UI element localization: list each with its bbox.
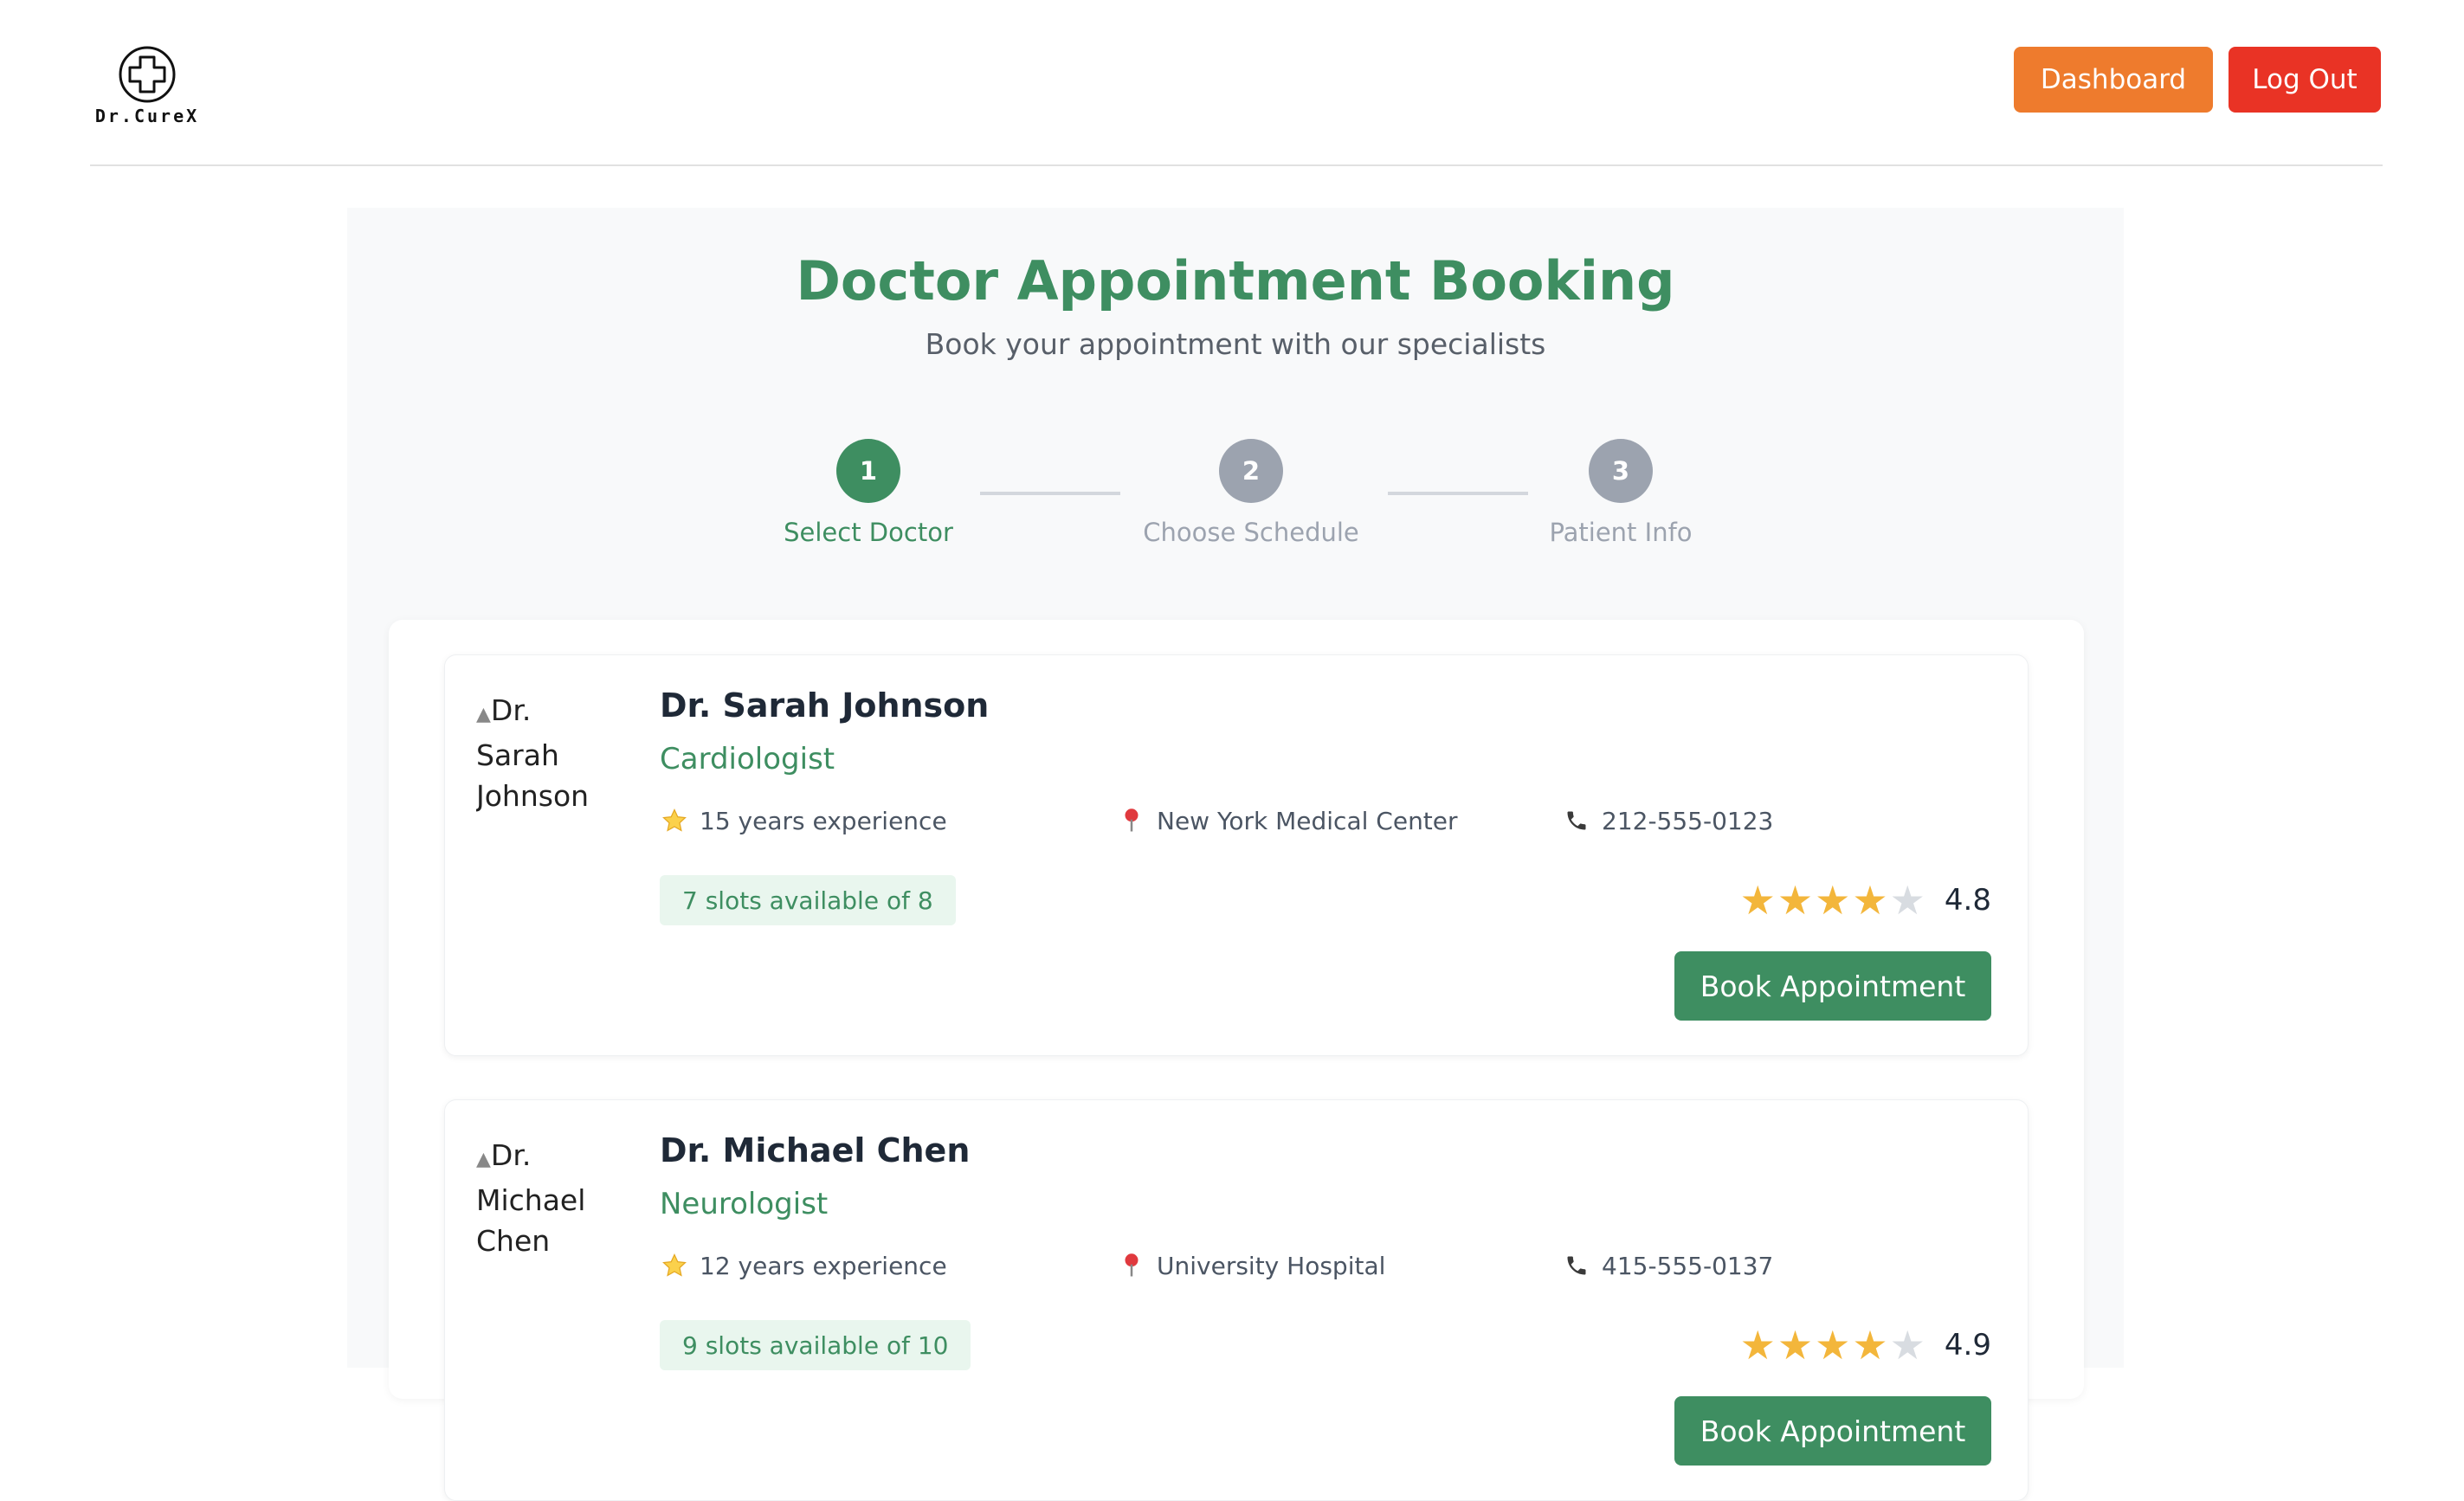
phone: 415-555-0137 [1562,1251,1773,1280]
phone-icon [1562,806,1591,835]
step-connector [1388,492,1528,495]
slots-badge: 9 slots available of 10 [660,1320,971,1370]
doctor-specialty: Cardiologist [660,742,835,776]
doctor-specialty: Neurologist [660,1187,829,1221]
location: University Hospital [1117,1251,1385,1280]
photo-alt-text: Chen [476,1224,551,1258]
experience-text: 12 years experience [700,1251,947,1280]
photo-alt-text: Johnson [476,779,590,813]
phone: 212-555-0123 [1562,806,1773,835]
star-icon: ★ [1889,877,1925,924]
booking-panel: Doctor Appointment Booking Book your app… [347,208,2124,1501]
doctor-photo: ▲Dr. Sarah Johnson [476,690,615,820]
step-3-label: Patient Info [1549,518,1693,547]
star-icon: ★ [1852,877,1888,924]
experience: 15 years experience [660,806,947,835]
star-icon: ★ [1777,877,1814,924]
star-icon: ★ [1889,1322,1925,1369]
experience: 12 years experience [660,1251,947,1280]
rating-value: 4.9 [1944,1328,1991,1362]
rating: ★ ★ ★ ★ ★ 4.9 [1738,1320,1991,1370]
logout-button[interactable]: Log Out [2229,47,2381,113]
map-pin-icon [1117,1251,1146,1280]
star-icon: ★ [1852,1322,1888,1369]
star-icon: ★ [1815,877,1851,924]
step-2-label: Choose Schedule [1143,518,1359,547]
logo[interactable]: Dr.CureX [94,45,201,128]
doctor-name: Dr. Michael Chen [660,1131,971,1169]
medical-cross-icon [119,46,176,103]
book-appointment-button[interactable]: Book Appointment [1674,1396,1991,1466]
doctor-list: ▲Dr. Sarah Johnson Dr. Sarah Johnson Car… [389,620,2084,1501]
location-text: New York Medical Center [1157,806,1458,835]
star-icon [660,806,689,835]
doctor-photo: ▲Dr. Michael Chen [476,1135,615,1265]
photo-alt-text: Dr. [490,1138,532,1172]
photo-alt-text: Dr. [490,693,532,727]
rating: ★ ★ ★ ★ ★ 4.8 [1738,875,1991,925]
location: New York Medical Center [1117,806,1458,835]
step-connector [980,492,1120,495]
step-3-circle: 3 [1589,439,1653,503]
rating-value: 4.8 [1944,883,1991,918]
page-title: Doctor Appointment Booking [796,249,1675,312]
phone-text: 212-555-0123 [1602,806,1774,835]
star-icon [660,1251,689,1280]
broken-image-icon: ▲ [476,1149,491,1170]
doctor-card: ▲Dr. Sarah Johnson Dr. Sarah Johnson Car… [444,654,2029,1056]
logo-text: Dr.CureX [94,106,200,126]
slots-badge: 7 slots available of 8 [660,875,956,925]
star-icon: ★ [1739,877,1776,924]
star-icon: ★ [1777,1322,1814,1369]
app-header: Dr.CureX Dashboard Log Out [0,0,2464,166]
star-icon: ★ [1739,1322,1776,1369]
photo-alt-text: Sarah [476,738,559,772]
location-text: University Hospital [1157,1251,1386,1280]
phone-text: 415-555-0137 [1602,1251,1774,1280]
step-1-circle: 1 [836,439,900,503]
photo-alt-text: Michael [476,1183,586,1217]
phone-icon [1562,1251,1591,1280]
map-pin-icon [1117,806,1146,835]
experience-text: 15 years experience [700,806,947,835]
step-2-circle: 2 [1219,439,1283,503]
page-subtitle: Book your appointment with our specialis… [925,327,1546,361]
doctor-card: ▲Dr. Michael Chen Dr. Michael Chen Neuro… [444,1099,2029,1501]
step-1-label: Select Doctor [784,518,953,547]
broken-image-icon: ▲ [476,704,491,725]
header-divider [90,164,2383,166]
doctor-name: Dr. Sarah Johnson [660,686,990,725]
book-appointment-button[interactable]: Book Appointment [1674,951,1991,1021]
star-icon: ★ [1815,1322,1851,1369]
dashboard-button[interactable]: Dashboard [2014,47,2213,113]
